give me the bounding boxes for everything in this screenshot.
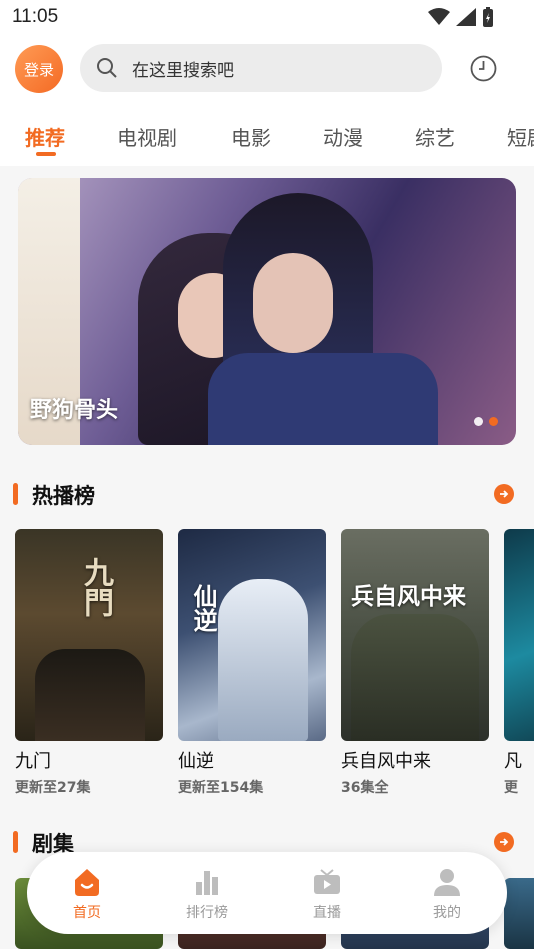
home-icon bbox=[71, 866, 103, 898]
tab-movies[interactable]: 电影 bbox=[231, 122, 271, 151]
card-poster bbox=[504, 529, 534, 741]
hot-list: 九門 九门 更新至27集 仙逆 仙逆 更新至154集 兵自风中来 兵自风中来 3… bbox=[15, 529, 534, 799]
card-poster: 九門 bbox=[15, 529, 163, 741]
user-icon bbox=[431, 866, 463, 898]
tab-variety[interactable]: 综艺 bbox=[415, 122, 455, 151]
card-episode-status: 36集全 bbox=[341, 780, 389, 796]
card-title: 仙逆 bbox=[178, 751, 214, 772]
banner-jacket bbox=[208, 353, 438, 445]
hot-section-header: 热播榜 bbox=[0, 474, 534, 514]
drama-thumb[interactable] bbox=[504, 878, 534, 949]
nav-live[interactable]: 直播 bbox=[287, 866, 367, 922]
section-accent-bar bbox=[13, 831, 18, 853]
status-time: 11:05 bbox=[12, 6, 59, 27]
hot-card-partial[interactable]: 凡 更 bbox=[504, 529, 534, 797]
bar-chart-icon bbox=[191, 866, 223, 898]
nav-label: 我的 bbox=[433, 905, 461, 921]
nav-profile[interactable]: 我的 bbox=[407, 866, 487, 922]
clock-icon[interactable] bbox=[470, 55, 497, 82]
poster-figures bbox=[351, 614, 479, 741]
card-poster: 兵自风中来 bbox=[341, 529, 489, 741]
card-episode-status: 更 bbox=[504, 780, 518, 796]
drama-more-button[interactable] bbox=[494, 832, 514, 852]
active-tab-indicator bbox=[36, 152, 56, 156]
nav-label: 直播 bbox=[313, 905, 341, 921]
banner-face-right bbox=[253, 253, 333, 353]
tab-recommend[interactable]: 推荐 bbox=[25, 122, 65, 151]
nav-label: 首页 bbox=[73, 905, 101, 921]
poster-title: 仙逆 bbox=[189, 584, 218, 632]
card-title: 凡 bbox=[504, 751, 522, 772]
battery-icon bbox=[483, 7, 493, 27]
status-bar: 11:05 bbox=[0, 0, 534, 36]
poster-title: 兵自风中来 bbox=[351, 583, 466, 610]
arrow-right-icon bbox=[500, 490, 509, 498]
signal-icon bbox=[456, 8, 476, 26]
poster-figures bbox=[35, 649, 145, 741]
nav-label: 排行榜 bbox=[186, 905, 228, 921]
top-bar: 登录 在这里搜索吧 bbox=[0, 36, 534, 100]
card-poster: 仙逆 bbox=[178, 529, 326, 741]
login-button[interactable]: 登录 bbox=[15, 45, 63, 93]
search-icon bbox=[97, 58, 117, 78]
tab-tv-series[interactable]: 电视剧 bbox=[117, 122, 177, 151]
wifi-icon bbox=[428, 8, 450, 25]
category-tabs: 推荐 电视剧 电影 动漫 综艺 短剧 bbox=[0, 100, 534, 166]
status-icons bbox=[428, 7, 494, 27]
banner-dot-1[interactable] bbox=[474, 417, 483, 426]
hot-card-jiumen[interactable]: 九門 九门 更新至27集 bbox=[15, 529, 163, 797]
banner-pagination bbox=[474, 417, 498, 426]
hot-card-bingzifengzhonglai[interactable]: 兵自风中来 兵自风中来 36集全 bbox=[341, 529, 489, 797]
section-accent-bar bbox=[13, 483, 18, 505]
tab-anime[interactable]: 动漫 bbox=[323, 122, 363, 151]
card-episode-status: 更新至27集 bbox=[15, 780, 91, 796]
hot-card-xianni[interactable]: 仙逆 仙逆 更新至154集 bbox=[178, 529, 326, 797]
search-placeholder: 在这里搜索吧 bbox=[132, 60, 234, 81]
banner-title: 野狗骨头 bbox=[30, 398, 119, 423]
search-bar[interactable]: 在这里搜索吧 bbox=[80, 44, 442, 92]
poster-figure bbox=[218, 579, 308, 741]
nav-ranking[interactable]: 排行榜 bbox=[167, 866, 247, 922]
arrow-right-icon bbox=[500, 838, 509, 846]
banner-dot-2[interactable] bbox=[489, 417, 498, 426]
bottom-nav: 首页 排行榜 直播 我的 bbox=[27, 852, 507, 934]
card-title: 九门 bbox=[15, 751, 51, 772]
hero-banner[interactable]: 野狗骨头 bbox=[18, 178, 516, 445]
card-episode-status: 更新至154集 bbox=[178, 780, 264, 796]
hot-section-title: 热播榜 bbox=[32, 484, 95, 508]
tv-icon bbox=[311, 866, 343, 898]
tab-short-drama[interactable]: 短剧 bbox=[507, 122, 534, 151]
poster-title: 九門 bbox=[78, 557, 113, 617]
card-title: 兵自风中来 bbox=[341, 751, 431, 772]
nav-home[interactable]: 首页 bbox=[47, 866, 127, 922]
hot-more-button[interactable] bbox=[494, 484, 514, 504]
